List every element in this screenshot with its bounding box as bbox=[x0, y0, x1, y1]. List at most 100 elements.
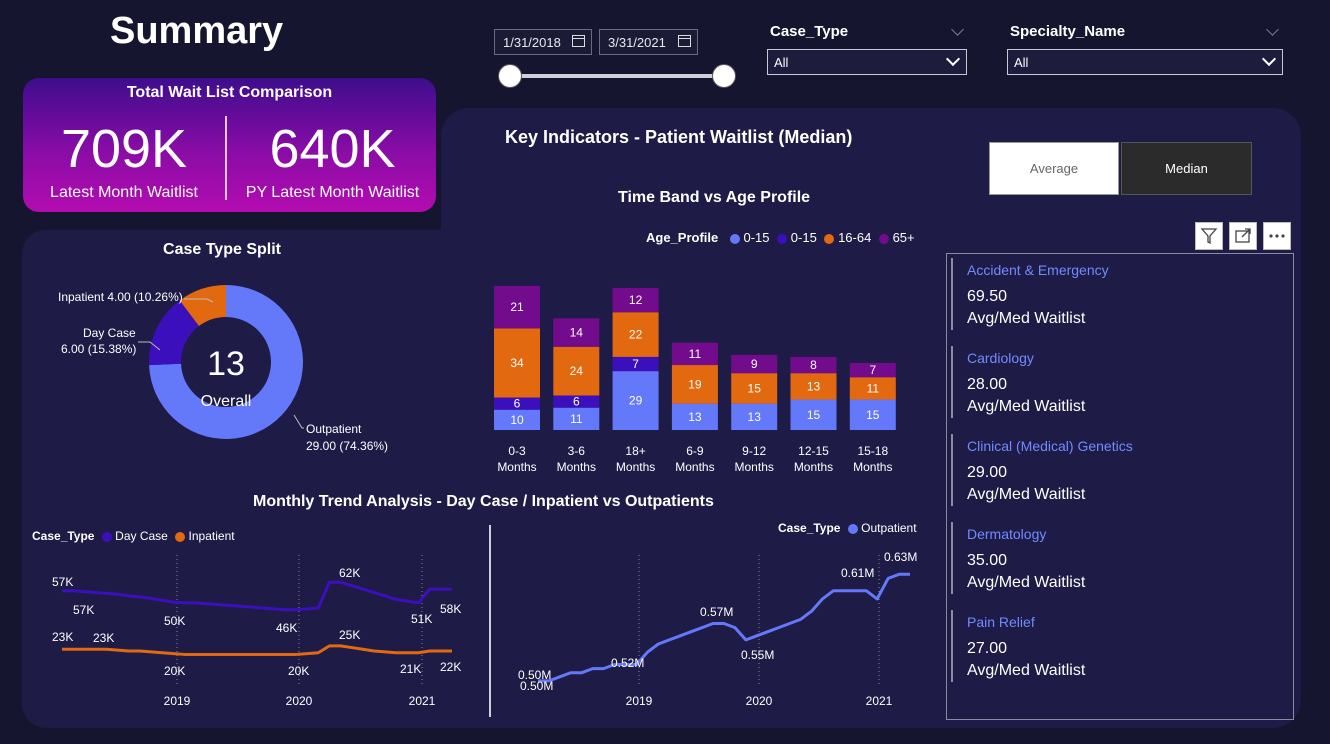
bar-data-label: 12 bbox=[629, 293, 643, 307]
data-label: 0.63M bbox=[884, 550, 917, 564]
calendar-icon[interactable] bbox=[678, 35, 691, 47]
day-inpatient-trend-chart: 2019 2020 2021 57K57K 50K 46K 62K 51K 58K 23K 23K 2… bbox=[52, 555, 461, 708]
average-toggle-button[interactable]: Average bbox=[989, 142, 1119, 195]
age-profile-legend: Age_Profile 0-15 0-15 16-64 65+ bbox=[646, 230, 915, 245]
x-tick-label: 15-18 bbox=[857, 444, 888, 458]
start-date-text: 1/31/2018 bbox=[503, 34, 561, 50]
py-latest-month-label: PY Latest Month Waitlist bbox=[245, 184, 420, 201]
x-tick-label: 9-12 bbox=[742, 444, 766, 458]
data-label: 57K bbox=[52, 575, 73, 589]
expand-icon[interactable] bbox=[1229, 222, 1257, 250]
kpi-card: Total Wait List Comparison 709K Latest M… bbox=[23, 78, 436, 212]
date-slider-end-handle[interactable] bbox=[712, 64, 736, 88]
specialty-card: Dermatology 35.00 Avg/Med Waitlist bbox=[951, 522, 1251, 594]
data-label: 0.50M bbox=[520, 679, 553, 693]
bar-data-label: 10 bbox=[510, 413, 524, 427]
specialty-slicer-label: Specialty_Name bbox=[1010, 23, 1126, 40]
bar-data-label: 6 bbox=[514, 397, 521, 411]
inpatient-slice-label: Inpatient 4.00 (10.26%) bbox=[58, 290, 183, 304]
legend-dot-day-case bbox=[101, 531, 112, 542]
day-case-slice-label: Day Case bbox=[83, 326, 136, 340]
bar-data-label: 11 bbox=[689, 347, 702, 361]
outpatient-slice-label: Outpatient bbox=[306, 422, 362, 436]
x-tick-label: 2021 bbox=[866, 694, 893, 708]
chevron-down-icon[interactable] bbox=[1266, 23, 1279, 36]
median-toggle-button[interactable]: Median bbox=[1121, 142, 1252, 195]
specialty-value: 69.50 bbox=[967, 288, 1008, 305]
legend-dot-inpatient bbox=[175, 531, 186, 542]
x-tick-label: 18+ bbox=[625, 444, 645, 458]
x-tick-label: 0-3 bbox=[508, 444, 526, 458]
data-label: 20K bbox=[288, 664, 309, 678]
specialty-name: Clinical (Medical) Genetics bbox=[967, 438, 1133, 454]
legend-dot-outpatient bbox=[847, 523, 858, 534]
chevron-down-icon[interactable] bbox=[951, 23, 964, 36]
data-label: 23K bbox=[93, 631, 114, 645]
case-type-select[interactable]: All bbox=[767, 49, 967, 75]
bar-data-label: 34 bbox=[510, 356, 524, 370]
series-line-day-case bbox=[62, 580, 452, 612]
start-date-input[interactable]: 1/31/2018 bbox=[494, 29, 592, 55]
bar-data-label: 7 bbox=[632, 357, 639, 371]
specialty-card: Pain Relief 27.00 Avg/Med Waitlist bbox=[951, 610, 1251, 682]
bar-data-label: 19 bbox=[688, 377, 702, 391]
specialty-cards-panel: Accident & Emergency 69.50 Avg/Med Waitl… bbox=[946, 253, 1294, 720]
donut-center-value: 13 bbox=[207, 345, 245, 383]
date-range-slider-track[interactable] bbox=[510, 74, 724, 78]
bar-data-label: 6 bbox=[573, 395, 580, 409]
data-label: 0.61M bbox=[841, 566, 874, 580]
specialty-sub: Avg/Med Waitlist bbox=[967, 398, 1086, 415]
legend-title: Case_Type bbox=[32, 529, 95, 543]
bar-data-label: 11 bbox=[867, 381, 880, 395]
specialty-value: All bbox=[1014, 54, 1029, 70]
bar-data-label: 13 bbox=[748, 410, 762, 424]
x-tick-label: Months bbox=[557, 460, 596, 474]
x-tick-label: Months bbox=[616, 460, 655, 474]
specialty-select[interactable]: All bbox=[1007, 49, 1283, 75]
case-type-donut-chart: 13 Overall Inpatient 4.00 (10.26%) Day C… bbox=[58, 285, 388, 453]
kpi-title: Total Wait List Comparison bbox=[126, 84, 333, 101]
page-title: Summary bbox=[110, 10, 284, 52]
specialty-card: Cardiology 28.00 Avg/Med Waitlist bbox=[951, 346, 1251, 418]
time-band-chart-title: Time Band vs Age Profile bbox=[618, 189, 811, 206]
donut-center-label: Overall bbox=[201, 393, 252, 410]
calendar-icon[interactable] bbox=[572, 35, 585, 47]
legend-dot-16-64 bbox=[824, 233, 835, 244]
legend-label-outpatient: Outpatient bbox=[861, 521, 917, 535]
x-tick-label: 2020 bbox=[286, 694, 313, 708]
x-tick-label: 3-6 bbox=[568, 444, 586, 458]
case-type-slicer-label: Case_Type bbox=[770, 23, 849, 40]
x-tick-label: 12-15 bbox=[798, 444, 829, 458]
bar-data-label: 7 bbox=[869, 363, 876, 377]
x-tick-label: Months bbox=[735, 460, 774, 474]
specialty-sub: Avg/Med Waitlist bbox=[967, 662, 1086, 679]
data-label: 0.57M bbox=[700, 605, 733, 619]
bar-data-label: 22 bbox=[629, 328, 643, 342]
specialty-card: Clinical (Medical) Genetics 29.00 Avg/Me… bbox=[951, 434, 1251, 506]
series-line-inpatient bbox=[62, 644, 452, 656]
bar-data-label: 11 bbox=[570, 412, 583, 426]
legend-label-inpatient: Inpatient bbox=[188, 529, 235, 543]
legend-title: Case_Type bbox=[778, 521, 841, 535]
outpatient-legend: Case_Type Outpatient bbox=[778, 521, 917, 535]
time-band-bar-chart: 10 6 34 21 0-3 Months 11 6 24 14 3-6 Months 29 7 22 12 1… bbox=[494, 285, 896, 474]
legend-label-day-case: Day Case bbox=[115, 529, 168, 543]
kpi-divider bbox=[225, 116, 227, 200]
day-inpatient-legend: Case_Type Day Case Inpatient bbox=[32, 529, 235, 543]
specialty-sub: Avg/Med Waitlist bbox=[967, 486, 1086, 503]
filter-icon[interactable] bbox=[1195, 222, 1223, 250]
case-type-value: All bbox=[774, 54, 789, 70]
latest-month-label: Latest Month Waitlist bbox=[50, 184, 198, 201]
legend-label-16-64: 16-64 bbox=[838, 230, 872, 245]
x-tick-label: 2021 bbox=[409, 694, 436, 708]
more-options-icon[interactable] bbox=[1263, 222, 1291, 250]
specialty-name: Dermatology bbox=[967, 526, 1047, 542]
specialty-value: 35.00 bbox=[967, 552, 1008, 569]
data-label: 21K bbox=[400, 662, 421, 676]
x-tick-label: 2020 bbox=[746, 694, 773, 708]
date-slider-start-handle[interactable] bbox=[498, 64, 522, 88]
chevron-down-icon bbox=[945, 51, 961, 67]
specialty-sub: Avg/Med Waitlist bbox=[967, 310, 1086, 327]
x-tick-label: 2019 bbox=[164, 694, 191, 708]
end-date-input[interactable]: 3/31/2021 bbox=[599, 29, 698, 55]
